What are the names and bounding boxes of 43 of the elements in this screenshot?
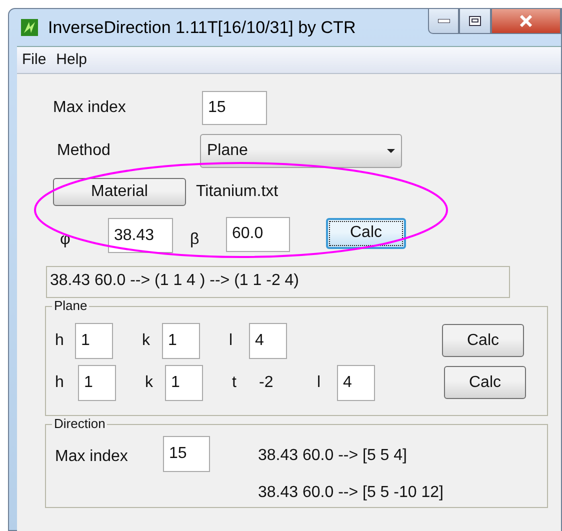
- input-field[interactable]: 1: [75, 322, 113, 358]
- field-label: Method: [57, 141, 112, 161]
- input-field[interactable]: 1: [162, 322, 200, 358]
- file-name: Titanium.txt: [196, 182, 278, 202]
- menu-item[interactable]: File: [22, 48, 46, 72]
- index-value: -2: [259, 372, 274, 392]
- index-label: l: [317, 372, 322, 392]
- calc-button[interactable]: Calc: [444, 366, 526, 399]
- dropdown-caret-icon: [387, 149, 395, 153]
- maximize-icon: [469, 16, 481, 26]
- close-icon: [519, 15, 533, 27]
- input-field[interactable]: 38.43: [108, 218, 173, 253]
- field-label: Max index: [55, 447, 129, 467]
- app-icon: [21, 19, 38, 36]
- method-dropdown[interactable]: Plane: [200, 134, 402, 168]
- field-label: Max index: [53, 98, 127, 118]
- index-label: t: [232, 372, 238, 392]
- input-field[interactable]: 15: [163, 436, 210, 472]
- input-field[interactable]: 60.0: [226, 216, 290, 252]
- input-field[interactable]: 1: [78, 364, 116, 400]
- angle-label: φ: [60, 230, 72, 250]
- calc-button[interactable]: Calc: [326, 218, 406, 248]
- close-button[interactable]: [491, 9, 561, 34]
- input-field[interactable]: 1: [165, 364, 203, 400]
- window-title: InverseDirection 1.11T[16/10/31] by CTR: [48, 16, 356, 39]
- result-field: 38.43 60.0 --> (1 1 4 ) --> (1 1 -2 4): [46, 266, 510, 298]
- index-label: k: [145, 372, 154, 392]
- material-button[interactable]: Material: [53, 178, 186, 206]
- input-field[interactable]: 15: [202, 91, 267, 125]
- index-label: h: [55, 372, 65, 392]
- direction-result: 38.43 60.0 --> [5 5 -10 12]: [258, 483, 444, 503]
- menu-item[interactable]: Help: [56, 48, 88, 72]
- minimize-icon: [438, 19, 450, 23]
- angle-label: β: [190, 230, 200, 250]
- index-label: l: [229, 330, 234, 350]
- maximize-button[interactable]: [459, 9, 491, 34]
- minimize-button[interactable]: [428, 9, 459, 34]
- index-label: k: [142, 330, 151, 350]
- direction-result: 38.43 60.0 --> [5 5 4]: [258, 446, 408, 466]
- calc-button[interactable]: Calc: [442, 324, 524, 357]
- input-field[interactable]: 4: [337, 364, 375, 400]
- input-field[interactable]: 4: [249, 322, 287, 358]
- index-label: h: [55, 330, 65, 350]
